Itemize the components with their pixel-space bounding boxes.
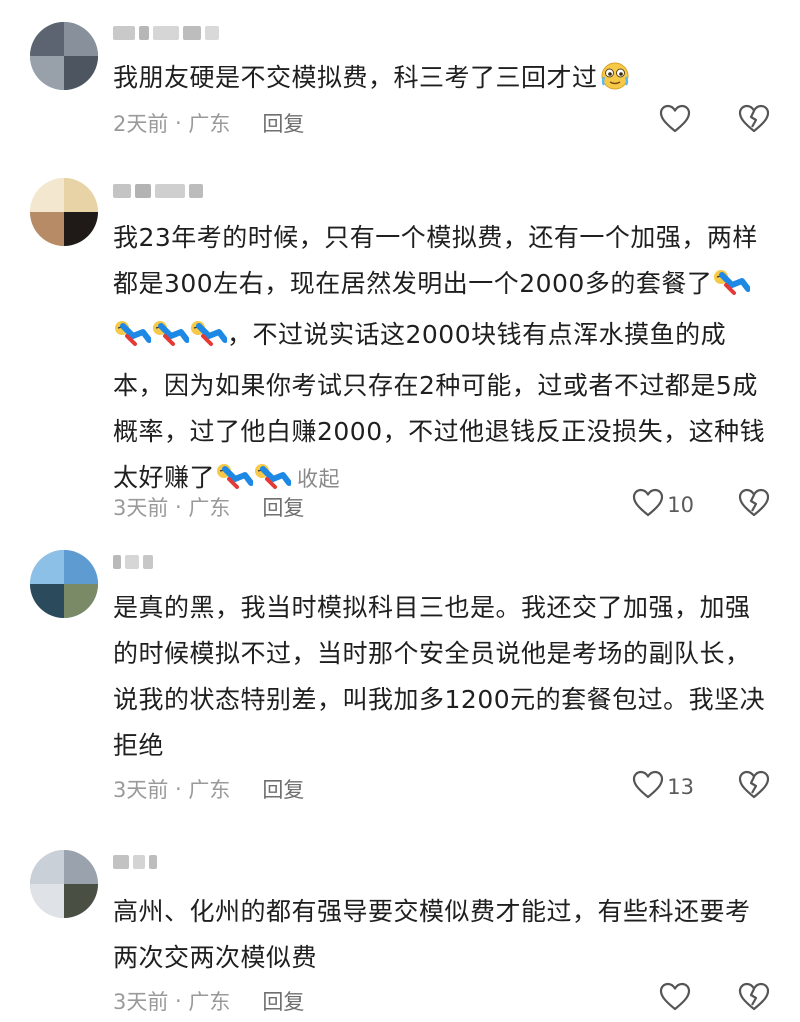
comment-actions bbox=[659, 982, 770, 1016]
meta-separator: · bbox=[168, 495, 189, 519]
comment-meta: 2天前 · 广东 回复 bbox=[113, 108, 304, 138]
dislike-button[interactable] bbox=[738, 488, 770, 522]
like-button[interactable] bbox=[659, 104, 694, 138]
like-count: 10 bbox=[667, 493, 694, 517]
meta-separator: · bbox=[168, 777, 189, 801]
comment-meta: 3天前 · 广东 回复 bbox=[113, 986, 304, 1016]
heart-icon bbox=[659, 104, 691, 138]
comment-location: 广东 bbox=[188, 496, 231, 520]
comment-actions: 10 bbox=[632, 488, 770, 522]
comment-item: 我23年考的时候，只有一个模拟费，还有一个加强，两样都是300左右，现在居然发明… bbox=[0, 170, 800, 540]
heart-icon bbox=[632, 770, 664, 804]
heart-icon bbox=[632, 488, 664, 522]
reply-button[interactable]: 回复 bbox=[262, 774, 304, 804]
reply-button[interactable]: 回复 bbox=[262, 986, 304, 1016]
broken-heart-icon bbox=[738, 770, 770, 804]
meta-separator: · bbox=[168, 111, 189, 135]
comment-location: 广东 bbox=[188, 990, 231, 1014]
lying-flat-emoji-icon bbox=[113, 317, 152, 363]
lying-flat-emoji-icon bbox=[151, 317, 190, 363]
username-blurred[interactable] bbox=[113, 553, 153, 571]
comment-text: 高州、化州的都有强导要交模似费才能过，有些科还要考两次交两次模似费 bbox=[113, 897, 751, 972]
dislike-button[interactable] bbox=[738, 982, 770, 1016]
avatar[interactable] bbox=[30, 178, 98, 246]
comment-text: 我朋友硬是不交模拟费，科三考了三回才过 bbox=[113, 55, 773, 106]
comment-item: 高州、化州的都有强导要交模似费才能过，有些科还要考两次交两次模似费 3天前 · … bbox=[0, 845, 800, 1022]
comment-actions: 13 bbox=[632, 770, 770, 804]
avatar[interactable] bbox=[30, 850, 98, 918]
comment-time: 2天前 bbox=[113, 112, 169, 136]
comment-item: 我朋友硬是不交模拟费，科三考了三回才过 2天前 · 广东 回复 bbox=[0, 0, 800, 160]
comment-meta: 3天前 · 广东 回复 bbox=[113, 492, 304, 522]
crying-smile-emoji-icon bbox=[598, 60, 632, 106]
meta-separator: · bbox=[168, 989, 189, 1013]
comment-location: 广东 bbox=[188, 778, 231, 802]
username-blurred[interactable] bbox=[113, 853, 157, 871]
lying-flat-emoji-icon bbox=[189, 317, 228, 363]
avatar[interactable] bbox=[30, 550, 98, 618]
comment-text: 我23年考的时候，只有一个模拟费，还有一个加强，两样都是300左右，现在居然发明… bbox=[113, 215, 773, 506]
like-button[interactable]: 10 bbox=[632, 488, 694, 522]
comment-item: 是真的黑，我当时模拟科目三也是。我还交了加强，加强的时候模拟不过，当时那个安全员… bbox=[0, 545, 800, 825]
comment-actions bbox=[659, 104, 770, 138]
avatar[interactable] bbox=[30, 22, 98, 90]
comment-time: 3天前 bbox=[113, 496, 169, 520]
comment-location: 广东 bbox=[188, 112, 231, 136]
comment-time: 3天前 bbox=[113, 778, 169, 802]
comment-time: 3天前 bbox=[113, 990, 169, 1014]
heart-icon bbox=[659, 982, 691, 1016]
lying-flat-emoji-icon bbox=[712, 266, 752, 312]
collapse-link[interactable]: 收起 bbox=[297, 467, 340, 491]
comment-text: 是真的黑，我当时模拟科目三也是。我还交了加强，加强的时候模拟不过，当时那个安全员… bbox=[113, 593, 766, 760]
dislike-button[interactable] bbox=[738, 770, 770, 804]
broken-heart-icon bbox=[738, 104, 770, 138]
comment-meta: 3天前 · 广东 回复 bbox=[113, 774, 304, 804]
username-blurred[interactable] bbox=[113, 24, 219, 42]
username-blurred[interactable] bbox=[113, 182, 203, 200]
reply-button[interactable]: 回复 bbox=[262, 492, 304, 522]
reply-button[interactable]: 回复 bbox=[262, 108, 304, 138]
like-button[interactable] bbox=[659, 982, 694, 1016]
dislike-button[interactable] bbox=[738, 104, 770, 138]
like-count: 13 bbox=[667, 775, 694, 799]
broken-heart-icon bbox=[738, 982, 770, 1016]
broken-heart-icon bbox=[738, 488, 770, 522]
like-button[interactable]: 13 bbox=[632, 770, 694, 804]
